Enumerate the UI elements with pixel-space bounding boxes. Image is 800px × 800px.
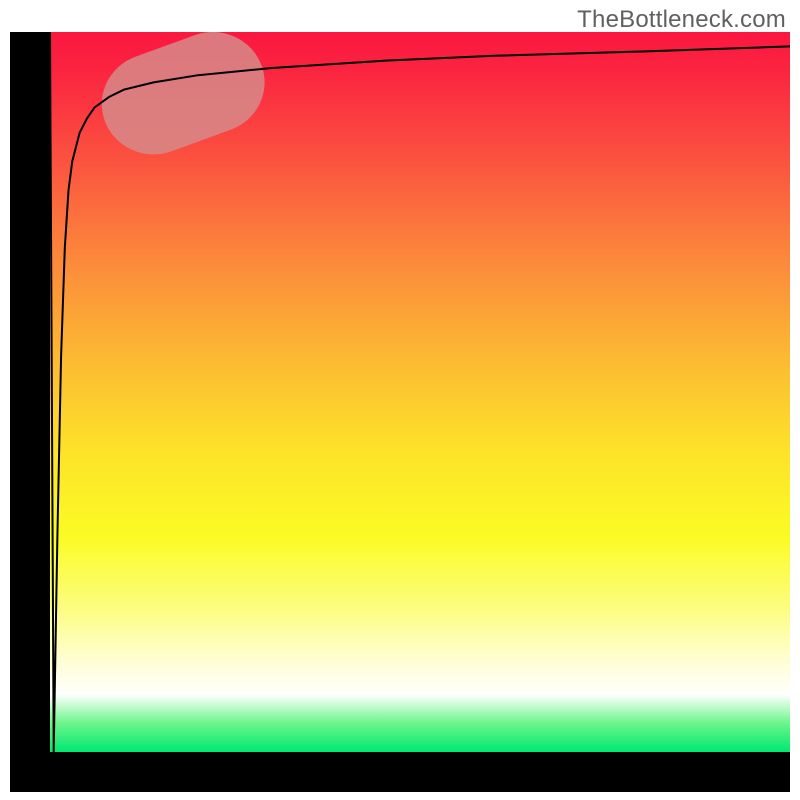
highlight-segment <box>154 82 213 104</box>
attribution-label: TheBottleneck.com <box>577 6 786 34</box>
plot-outer-border <box>10 32 790 792</box>
plot-area <box>50 32 790 752</box>
curve-layer <box>50 32 790 752</box>
chart-frame: TheBottleneck.com <box>0 0 800 800</box>
